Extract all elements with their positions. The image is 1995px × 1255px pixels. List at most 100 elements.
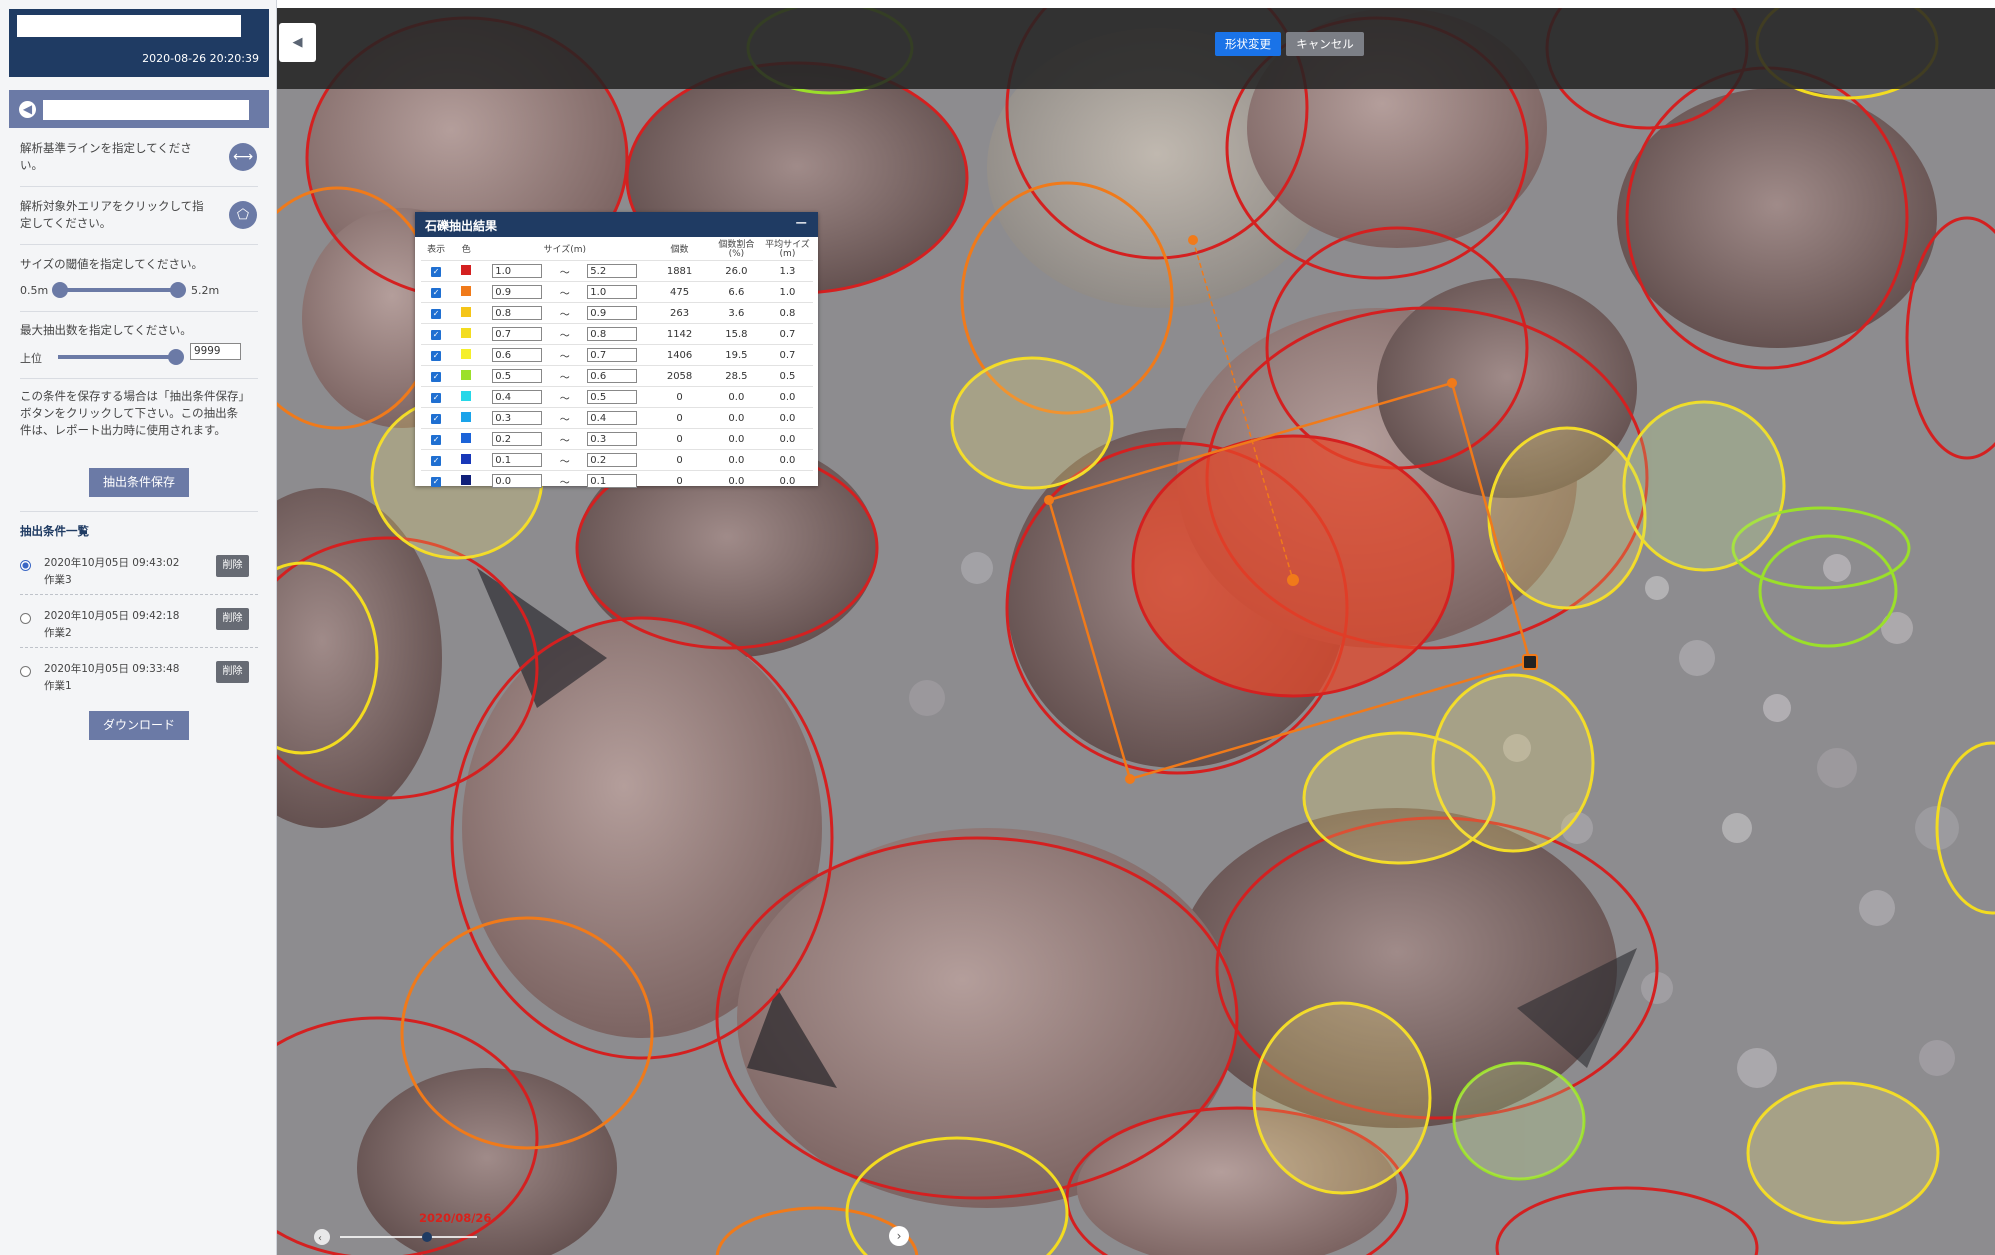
size-to-input[interactable]: 1.0 [587,285,638,299]
save-condition-button[interactable]: 抽出条件保存 [89,468,189,497]
row-tilde: ～ [553,449,577,471]
size-instruction: サイズの閾値を指定してください。 [20,257,203,271]
result-panel-title: 石礫抽出結果 [425,219,498,233]
show-checkbox[interactable]: ✓ [431,371,442,382]
work-name-field [43,100,249,120]
row-avg: 0.0 [761,470,813,491]
size-slider-min-handle[interactable] [52,282,68,298]
saved-condition-name: 作業2 [44,627,72,639]
size-to-input[interactable]: 0.7 [587,348,638,362]
color-swatch [461,369,472,380]
max-instruction: 最大抽出数を指定してください。 [20,323,192,337]
row-to-cell: 0.6 [576,365,649,387]
size-from-input[interactable]: 0.7 [492,327,543,341]
result-row: ✓ 1.0 ～ 5.2 1881 26.0 1.3 [421,260,813,282]
show-checkbox[interactable]: ✓ [431,392,442,403]
size-from-input[interactable]: 0.6 [492,348,543,362]
row-color-cell [451,407,482,429]
delete-button[interactable]: 削除 [216,661,249,683]
size-to-input[interactable]: 0.3 [587,432,638,446]
collapse-sidebar-icon[interactable]: ◀ [279,23,316,62]
row-from-cell: 0.4 [481,386,554,408]
row-color-cell [451,323,482,345]
size-min-label: 0.5m [20,284,49,297]
result-row: ✓ 0.1 ～ 0.2 0 0.0 0.0 [421,449,813,471]
size-to-input[interactable]: 0.4 [587,411,638,425]
timeline-slider[interactable]: ‹ [312,1223,512,1255]
size-from-input[interactable]: 0.1 [492,453,543,467]
back-arrow-icon[interactable]: ◀ [19,101,36,118]
cancel-button[interactable]: キャンセル [1286,32,1364,56]
show-checkbox[interactable]: ✓ [431,434,442,445]
polygon-icon[interactable]: ⬠ [229,201,257,229]
result-table: 表示 色 サイズ(m) 個数 個数割合 (%) 平均サイズ (m) ✓ 1.0 ～ 5… [421,240,813,491]
baseline-arrows-icon[interactable]: ⟷ [229,143,257,171]
row-count: 1881 [648,260,711,282]
saved-condition-radio[interactable] [20,560,31,571]
show-checkbox[interactable]: ✓ [431,329,442,340]
row-count: 2058 [648,365,711,387]
col-show: 表示 [427,244,446,255]
row-avg: 0.0 [761,407,813,429]
result-panel-header[interactable]: 石礫抽出結果 − [415,212,818,237]
result-panel: 石礫抽出結果 − 表示 色 サイズ(m) 個数 個数割合 (%) 平均サイズ (… [415,212,818,491]
row-ratio: 6.6 [710,281,762,303]
saved-condition-radio[interactable] [20,613,31,624]
saved-condition-radio[interactable] [20,666,31,677]
timeline-next-icon[interactable]: › [889,1226,909,1246]
row-ratio: 26.0 [710,260,762,282]
row-ratio: 0.0 [710,428,762,450]
size-from-input[interactable]: 0.0 [492,474,543,488]
size-from-input[interactable]: 0.3 [492,411,543,425]
result-row: ✓ 0.4 ～ 0.5 0 0.0 0.0 [421,386,813,408]
delete-button[interactable]: 削除 [216,608,249,630]
size-from-input[interactable]: 0.8 [492,306,543,320]
size-to-input[interactable]: 0.8 [587,327,638,341]
minimize-icon[interactable]: − [795,213,808,232]
row-count: 0 [648,449,711,471]
size-to-input[interactable]: 0.1 [587,474,638,488]
row-tilde: ～ [553,407,577,429]
row-color-cell [451,428,482,450]
size-from-input[interactable]: 0.4 [492,390,543,404]
max-count-input[interactable]: 9999 [190,343,241,360]
shape-change-button[interactable]: 形状変更 [1215,32,1281,56]
show-checkbox[interactable]: ✓ [431,350,442,361]
show-checkbox[interactable]: ✓ [431,476,442,487]
size-slider-range [60,288,178,292]
show-checkbox[interactable]: ✓ [431,287,442,298]
size-from-input[interactable]: 0.9 [492,285,543,299]
row-to-cell: 1.0 [576,281,649,303]
row-from-cell: 0.5 [481,365,554,387]
show-checkbox[interactable]: ✓ [431,413,442,424]
divider [20,647,258,648]
timeline-date: 2020/08/26 [419,1211,492,1225]
size-from-input[interactable]: 1.0 [492,264,543,278]
size-to-input[interactable]: 0.5 [587,390,638,404]
row-tilde: ～ [553,365,577,387]
size-to-input[interactable]: 0.6 [587,369,638,383]
show-checkbox[interactable]: ✓ [431,455,442,466]
divider [20,378,258,379]
size-to-input[interactable]: 5.2 [587,264,638,278]
map-view[interactable]: ◀ 形状変更 キャンセル ‹ 2020/08/26 › [277,8,1995,1255]
show-checkbox[interactable]: ✓ [431,308,442,319]
delete-button[interactable]: 削除 [216,555,249,577]
saved-condition-item[interactable]: 2020年10月05日 09:33:48 作業1 削除 [20,659,260,703]
saved-condition-name: 作業3 [44,574,72,586]
saved-condition-item[interactable]: 2020年10月05日 09:42:18 作業2 削除 [20,606,260,650]
row-avg: 0.5 [761,365,813,387]
size-to-input[interactable]: 0.9 [587,306,638,320]
row-color-cell [451,260,482,282]
size-from-input[interactable]: 0.2 [492,432,543,446]
download-button[interactable]: ダウンロード [89,711,189,740]
max-slider-handle[interactable] [168,349,184,365]
row-show-cell: ✓ [421,344,452,366]
size-from-input[interactable]: 0.5 [492,369,543,383]
size-slider-max-handle[interactable] [170,282,186,298]
row-tilde: ～ [553,260,577,282]
saved-condition-date: 2020年10月05日 09:42:18 [44,610,180,622]
saved-condition-item[interactable]: 2020年10月05日 09:43:02 作業3 削除 [20,553,260,597]
show-checkbox[interactable]: ✓ [431,266,442,277]
size-to-input[interactable]: 0.2 [587,453,638,467]
